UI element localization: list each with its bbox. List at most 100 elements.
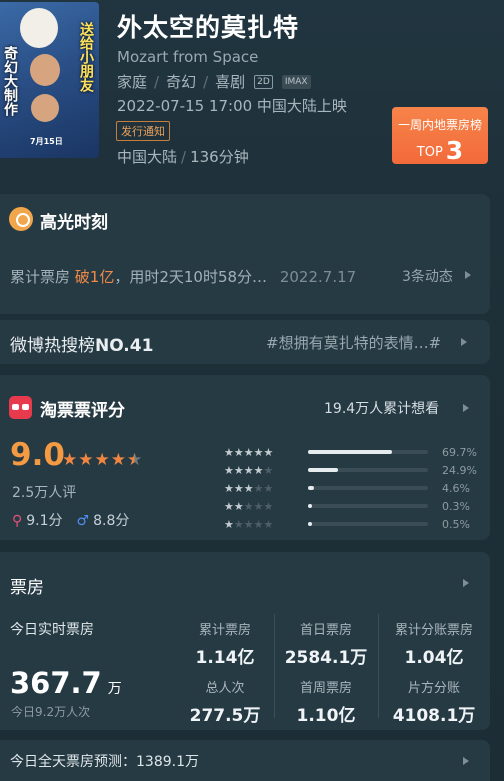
poster-actor-face [30, 54, 60, 86]
female-score: ⚲ 9.1分 [12, 510, 63, 530]
prediction-text: 今日全天票房预测：1389.1万 [10, 754, 199, 770]
male-score: ♂ 8.8分 [77, 510, 130, 530]
box-office-title: 票房 [10, 578, 44, 598]
region: 中国大陆 [117, 148, 178, 166]
movie-meta: 中国大陆/136分钟 [117, 146, 249, 167]
distribution-row: ★★★★★ 24.9% [224, 461, 482, 479]
distribution-bar-fill [308, 450, 392, 454]
distribution-pct: 24.9% [442, 463, 477, 477]
genre-tag: 喜剧 [215, 73, 246, 91]
highlight-rest: ，用时2天10时58分… [114, 268, 268, 286]
distribution-stars: ★★★★★ [224, 463, 274, 477]
chevron-right-icon [463, 404, 469, 412]
distribution-stars: ★★★★★ [224, 445, 274, 459]
rank-value: TOP 3 [392, 136, 488, 165]
stat-value: 1.14亿 [195, 648, 255, 668]
female-icon: ⚲ [12, 513, 23, 529]
today-value-number: 367.7 [10, 666, 102, 700]
weibo-rank: NO.41 [95, 336, 154, 356]
chevron-right-icon [461, 338, 467, 346]
distribution-row: ★★★★★ 69.7% [224, 443, 482, 461]
highlight-date: 2022.7.17 [279, 268, 357, 286]
movie-genres: 家庭 / 奇幻 / 喜剧 2D IMAX [117, 71, 311, 92]
distribution-bar-fill [308, 486, 314, 490]
chevron-right-icon [463, 579, 469, 587]
star-icon: ★ [62, 450, 78, 470]
stat-cell: 片方分账 4108.1万 [378, 677, 490, 726]
male-score-value: 8.8分 [93, 513, 130, 529]
distribution-stars: ★★★★★ [224, 499, 274, 513]
distribution-bar [308, 486, 428, 490]
highlight-row[interactable]: 累计票房 破1亿，用时2天10时58分… 2022.7.17 [10, 266, 356, 287]
distribution-stars: ★★★★★ [224, 517, 274, 531]
male-icon: ♂ [76, 513, 90, 529]
star-icon: ★ [110, 450, 126, 470]
distribution-bar-fill [308, 522, 312, 526]
stat-label: 累计票房 [198, 623, 251, 638]
poster-left-text: 奇幻大制作 [2, 46, 18, 116]
weibo-label-text: 微博热搜榜 [10, 336, 95, 356]
chevron-right-icon [465, 271, 471, 279]
format-badge-2d: 2D [254, 74, 273, 89]
distribution-row: ★★★★★ 0.3% [224, 497, 482, 515]
rank-prefix: TOP [416, 145, 443, 160]
stat-label: 片方分账 [407, 681, 460, 696]
stat-value: 1.10亿 [296, 706, 356, 726]
stat-cell: 首日票房 2584.1万 [276, 619, 376, 668]
rating-score: 9.0 [10, 437, 65, 473]
duration: 136分钟 [190, 148, 249, 166]
female-score-value: 9.1分 [26, 513, 63, 529]
distribution-pct: 69.7% [442, 445, 477, 459]
rating-title: 淘票票评分 [40, 401, 125, 421]
highlight-icon [9, 207, 33, 231]
weekly-rank-badge[interactable]: 一周内地票房榜 TOP 3 [392, 107, 488, 165]
stat-cell: 累计分账票房 1.04亿 [378, 619, 490, 668]
weibo-label: 微博热搜榜NO.41 [10, 331, 153, 356]
poster-date: 7月15日 [30, 137, 63, 146]
highlight-emph: 破1亿 [74, 268, 115, 286]
distribution-bar [308, 504, 428, 508]
divider: / [203, 72, 209, 91]
movie-subtitle: Mozart from Space [117, 48, 259, 66]
star-icon: ★ [94, 450, 110, 470]
distribution-pct: 4.6% [442, 481, 470, 495]
rating-distribution: ★★★★★ 69.7% ★★★★★ 24.9% ★★★★★ 4.6% ★★★★★ 0.3% ★★… [224, 443, 482, 533]
divider: / [181, 148, 187, 166]
stat-cell: 总人次 277.5万 [175, 677, 275, 726]
distribution-bar-fill [308, 468, 338, 472]
stat-value: 277.5万 [189, 706, 261, 726]
highlight-more-link[interactable]: 3条动态 [402, 266, 453, 286]
poster-mascot-face [20, 8, 58, 48]
distribution-row: ★★★★★ 0.5% [224, 515, 482, 533]
stat-value: 2584.1万 [284, 648, 368, 668]
stat-label: 总人次 [205, 681, 245, 696]
weibo-hashtag[interactable]: #想拥有莫扎特的表情…# [266, 332, 441, 353]
release-notice-button[interactable]: 发行通知 [116, 121, 170, 141]
divider: / [154, 72, 160, 91]
want-to-see-count[interactable]: 19.4万人累计想看 [324, 398, 439, 418]
poster-right-text: 送给小朋友 [78, 22, 94, 92]
today-box-office-label: 今日实时票房 [10, 622, 94, 638]
distribution-bar-fill [308, 504, 312, 508]
gender-scores: ⚲ 9.1分 ♂ 8.8分 [12, 510, 129, 530]
stat-label: 首周票房 [299, 681, 352, 696]
movie-poster[interactable]: 奇幻大制作 送给小朋友 7月15日 [0, 2, 99, 158]
format-badge-imax: IMAX [281, 74, 311, 89]
distribution-row: ★★★★★ 4.6% [224, 479, 482, 497]
stat-label: 首日票房 [299, 623, 352, 638]
genre-tag: 家庭 [117, 73, 148, 91]
star-icon: ★ [78, 450, 94, 470]
highlight-title: 高光时刻 [40, 213, 108, 233]
today-box-office-value: 367.7 万 [10, 666, 122, 700]
rank-label: 一周内地票房榜 [397, 118, 482, 132]
page: 奇幻大制作 送给小朋友 7月15日 外太空的莫扎特 Mozart from Sp… [0, 0, 504, 781]
distribution-bar [308, 522, 428, 526]
stat-cell: 首周票房 1.10亿 [276, 677, 376, 726]
distribution-pct: 0.5% [442, 517, 470, 531]
poster-child-face [31, 94, 59, 122]
today-value-unit: 万 [107, 681, 122, 697]
stat-cell: 累计票房 1.14亿 [175, 619, 275, 668]
taopiaopiao-icon [9, 396, 32, 419]
movie-title: 外太空的莫扎特 [117, 13, 300, 42]
rater-count: 2.5万人评 [12, 485, 77, 501]
